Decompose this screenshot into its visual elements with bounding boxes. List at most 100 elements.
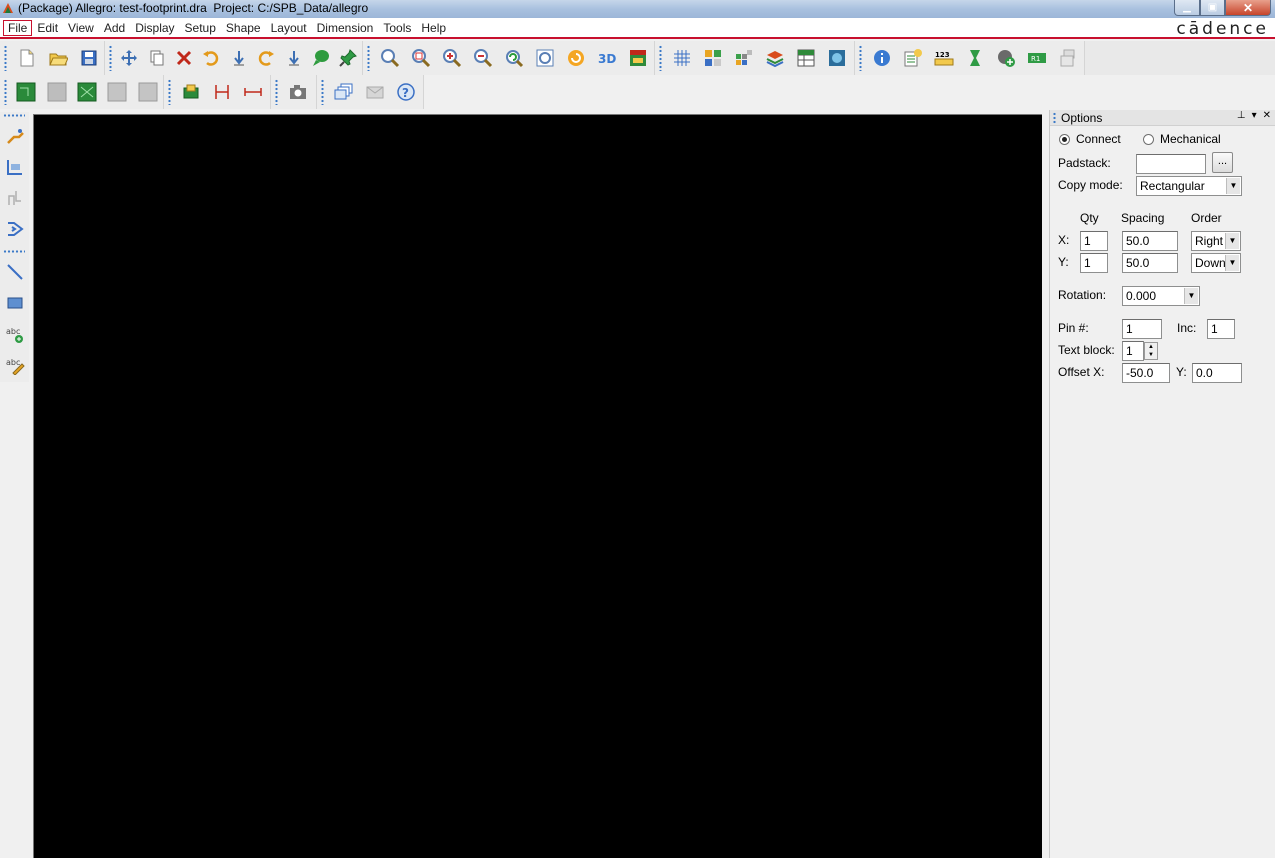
undo-dropdown-button[interactable] [225,44,252,72]
toolbar-grip[interactable] [859,45,862,71]
zoom-in-button[interactable] [436,44,467,72]
reports-button[interactable] [897,44,928,72]
y-order-select[interactable]: Down ▼ [1191,253,1241,273]
toolbar-grip[interactable] [109,45,112,71]
edit-text-button[interactable]: abc [0,349,29,380]
dimension-linear-button[interactable] [206,78,237,106]
toolbar-grip[interactable] [3,114,25,117]
grid-button[interactable] [666,44,697,72]
menu-shape[interactable]: Shape [221,20,266,36]
fanout-button[interactable] [0,213,29,244]
minimize-button[interactable]: ▁ [1174,0,1200,16]
cascade-windows-button[interactable] [328,78,359,106]
menu-layout[interactable]: Layout [266,20,312,36]
color-button[interactable] [697,44,728,72]
zoom-fit-button[interactable] [374,44,405,72]
place-symbol-button[interactable] [72,78,102,106]
new-file-button[interactable] [11,44,42,72]
disabled-route-button[interactable] [0,182,29,213]
disabled-button-2[interactable] [102,78,132,106]
toolbar-grip[interactable] [321,79,324,105]
add-text-button[interactable]: abc [0,318,29,349]
move-button[interactable] [116,44,143,72]
open-file-button[interactable] [42,44,73,72]
toolbar-grip[interactable] [4,45,7,71]
visibility-button[interactable] [728,44,759,72]
add-rectangle-button[interactable] [0,287,29,318]
3d-view-button[interactable]: 3D [591,44,622,72]
help-button[interactable]: ? [390,78,421,106]
spin-down-icon[interactable]: ▼ [1145,351,1157,359]
menu-display[interactable]: Display [130,20,179,36]
add-line-button[interactable] [0,256,29,287]
package-button[interactable] [175,78,206,106]
undo-button[interactable] [198,44,225,72]
allegro-app-icon[interactable] [1,1,15,15]
toolbar-grip[interactable] [275,79,278,105]
layers-button[interactable] [759,44,790,72]
delete-button[interactable] [170,44,197,72]
menu-dimension[interactable]: Dimension [312,20,379,36]
menu-help[interactable]: Help [416,20,451,36]
toolbar-grip[interactable] [4,79,7,105]
toolbar-grip[interactable] [3,250,25,253]
add-connect-button[interactable] [990,44,1021,72]
y-qty-input[interactable]: 1 [1080,253,1108,273]
y-spacing-input[interactable]: 50.0 [1122,253,1178,273]
padstack-input[interactable] [1136,154,1206,174]
disabled-mail-button[interactable] [359,78,390,106]
redo-dropdown-button[interactable] [280,44,307,72]
pin-panel-icon[interactable]: ⊥ [1237,110,1246,121]
add-connect-line-button[interactable] [0,120,29,151]
close-window-button[interactable]: ✕ [1225,0,1271,16]
disabled-tool-button[interactable] [1052,44,1083,72]
redo-button[interactable] [253,44,280,72]
design-canvas[interactable] [33,114,1042,858]
disabled-button-1[interactable] [41,78,71,106]
zoom-out-button[interactable] [467,44,498,72]
menu-view[interactable]: View [63,20,99,36]
maximize-button[interactable]: ▣ [1200,0,1225,16]
comment-button[interactable] [307,44,334,72]
offset-y-input[interactable]: 0.0 [1192,363,1242,383]
offset-x-input[interactable]: -50.0 [1122,363,1170,383]
copy-mode-select[interactable]: Rectangular ▼ [1136,176,1242,196]
panel-menu-icon[interactable]: ▾ [1252,110,1257,121]
menu-add[interactable]: Add [99,20,130,36]
board-view-button[interactable] [821,44,852,72]
redraw-button[interactable] [560,44,591,72]
copy-button[interactable] [143,44,170,72]
zoom-world-button[interactable] [529,44,560,72]
x-spacing-input[interactable]: 50.0 [1122,231,1178,251]
menu-tools[interactable]: Tools [378,20,416,36]
rule-button[interactable]: R1 [1021,44,1052,72]
timer-button[interactable] [959,44,990,72]
panel-grip[interactable] [1053,112,1056,124]
toolbar-grip[interactable] [659,45,662,71]
padstack-browse-button[interactable]: ... [1212,152,1233,173]
toolbar-grip[interactable] [168,79,171,105]
pin-button[interactable] [335,44,362,72]
rotation-select[interactable]: 0.000 ▼ [1122,286,1200,306]
zoom-window-button[interactable] [405,44,436,72]
toolbar-grip[interactable] [367,45,370,71]
x-qty-input[interactable]: 1 [1080,231,1108,251]
text-block-spinner[interactable]: ▲ ▼ [1144,342,1158,360]
snapshot-button[interactable] [282,78,313,106]
zoom-previous-button[interactable] [498,44,529,72]
menu-edit[interactable]: Edit [32,20,63,36]
connect-radio[interactable] [1059,134,1070,145]
menu-setup[interactable]: Setup [180,20,221,36]
save-button[interactable] [73,44,104,72]
show-element-button[interactable] [866,44,897,72]
constraint-manager-button[interactable] [790,44,821,72]
spin-up-icon[interactable]: ▲ [1145,343,1157,351]
close-panel-icon[interactable]: ✕ [1263,110,1271,121]
inc-input[interactable]: 1 [1207,319,1235,339]
flip-button[interactable] [622,44,653,72]
disabled-button-3[interactable] [133,78,163,106]
mechanical-radio[interactable] [1143,134,1154,145]
pin-number-input[interactable]: 1 [1122,319,1162,339]
x-order-select[interactable]: Right ▼ [1191,231,1241,251]
slide-button[interactable] [0,151,29,182]
